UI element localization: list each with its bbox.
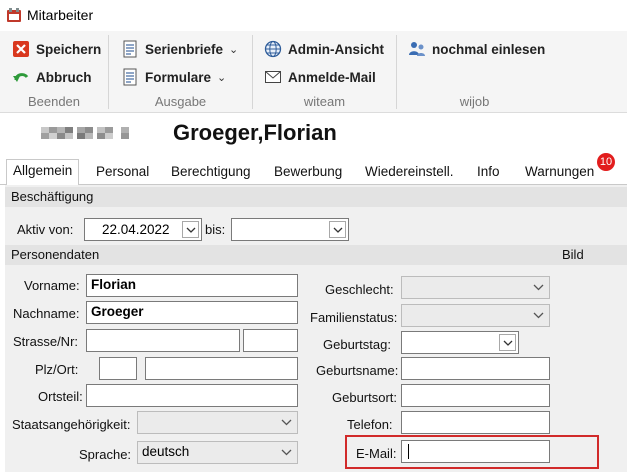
login-mail-button[interactable]: Anmelde-Mail bbox=[264, 66, 376, 88]
geburtstag-date-picker[interactable] bbox=[401, 331, 519, 354]
chevron-down-icon[interactable] bbox=[182, 221, 199, 238]
nachname-label: Nachname: bbox=[13, 306, 80, 321]
envelope-icon bbox=[264, 68, 282, 86]
employee-name: Groeger,Florian bbox=[173, 120, 337, 145]
geburtsname-input[interactable] bbox=[401, 357, 550, 380]
sprache-select[interactable]: deutsch bbox=[137, 441, 298, 464]
warnings-count-badge: 10 bbox=[597, 153, 615, 171]
section-personal-data: Personendaten Bild bbox=[5, 245, 627, 265]
window-title: Mitarbeiter bbox=[27, 7, 94, 23]
tab-bewerbung[interactable]: Bewerbung bbox=[268, 161, 348, 185]
cancel-button[interactable]: Abbruch bbox=[12, 66, 92, 88]
formulare-button[interactable]: Formulare ⌄ bbox=[121, 66, 226, 88]
sprache-value: deutsch bbox=[142, 444, 190, 459]
email-highlight-box bbox=[345, 435, 599, 469]
tab-allgemein[interactable]: Allgemein bbox=[6, 159, 80, 186]
hausnummer-input[interactable] bbox=[243, 329, 298, 352]
geburtsname-label: Geburtsname: bbox=[316, 363, 399, 378]
ribbon-group-ausgabe: Serienbriefe ⌄ Formulare ⌄ Ausgabe bbox=[109, 31, 252, 113]
geschlecht-label: Geschlecht: bbox=[325, 282, 394, 297]
undo-arrow-icon bbox=[12, 68, 30, 86]
until-date-picker[interactable] bbox=[231, 218, 349, 241]
close-x-icon bbox=[12, 40, 30, 58]
people-icon bbox=[408, 40, 426, 58]
active-from-date-picker[interactable]: 22.04.2022 bbox=[84, 218, 202, 241]
active-from-label: Aktiv von: bbox=[17, 222, 74, 237]
chevron-down-icon: ⌄ bbox=[217, 71, 227, 84]
active-from-value: 22.04.2022 bbox=[102, 222, 170, 237]
serienbriefe-button[interactable]: Serienbriefe ⌄ bbox=[121, 38, 238, 60]
chevron-down-icon[interactable] bbox=[278, 444, 295, 461]
ortsteil-label: Ortsteil: bbox=[38, 389, 83, 404]
chevron-down-icon[interactable] bbox=[329, 221, 346, 238]
geburtsort-input[interactable] bbox=[401, 384, 550, 407]
tab-berechtigung[interactable]: Berechtigung bbox=[165, 161, 257, 185]
pixelated-id-image bbox=[41, 127, 129, 139]
ribbon-group-label: Ausgabe bbox=[154, 94, 207, 109]
ribbon-group-label: witeam bbox=[303, 94, 346, 109]
ribbon-group-label: wijob bbox=[459, 94, 490, 109]
plz-input[interactable] bbox=[99, 357, 137, 380]
chevron-down-icon[interactable] bbox=[530, 279, 547, 296]
telefon-label: Telefon: bbox=[347, 417, 393, 432]
until-label: bis: bbox=[205, 222, 226, 237]
strasse-input[interactable] bbox=[86, 329, 240, 352]
ort-input[interactable] bbox=[145, 357, 298, 380]
plzort-label: Plz/Ort: bbox=[35, 362, 79, 377]
telefon-input[interactable] bbox=[401, 411, 550, 434]
picture-label: Bild bbox=[562, 247, 584, 262]
tab-personal[interactable]: Personal bbox=[90, 161, 155, 185]
tab-info[interactable]: Info bbox=[471, 161, 506, 185]
globe-icon bbox=[264, 40, 282, 58]
ribbon-group-beenden: Speichern Abbruch Beenden bbox=[0, 31, 108, 113]
geschlecht-select[interactable] bbox=[401, 276, 550, 299]
ribbon-toolbar: Speichern Abbruch Beenden Serienbriefe ⌄… bbox=[0, 31, 627, 113]
vorname-label: Vorname: bbox=[24, 278, 80, 293]
title-bar: Mitarbeiter bbox=[0, 0, 627, 31]
chevron-down-icon[interactable] bbox=[278, 414, 295, 431]
staatsangehoerigkeit-label: Staatsangehörigkeit: bbox=[12, 417, 131, 432]
ribbon-group-witeam: Admin-Ansicht Anmelde-Mail witeam bbox=[253, 31, 396, 113]
vorname-input[interactable]: Florian bbox=[86, 274, 298, 297]
chevron-down-icon[interactable] bbox=[499, 334, 516, 351]
geburtstag-label: Geburtstag: bbox=[323, 337, 391, 352]
tab-wiedereinstellung[interactable]: Wiedereinstell. bbox=[359, 161, 460, 185]
familienstatus-select[interactable] bbox=[401, 304, 550, 327]
sprache-label: Sprache: bbox=[79, 447, 132, 462]
form-icon bbox=[121, 68, 139, 86]
staatsangehoerigkeit-select[interactable] bbox=[137, 411, 298, 434]
document-list-icon bbox=[121, 40, 139, 58]
tab-bar: Allgemein Personal Berechtigung Bewerbun… bbox=[0, 155, 627, 186]
app-icon bbox=[7, 8, 21, 22]
nachname-input[interactable]: Groeger bbox=[86, 301, 298, 324]
familienstatus-label: Familienstatus: bbox=[310, 310, 398, 325]
ortsteil-input[interactable] bbox=[86, 384, 298, 407]
ribbon-group-label: Beenden bbox=[27, 94, 81, 109]
chevron-down-icon[interactable] bbox=[530, 307, 547, 324]
chevron-down-icon: ⌄ bbox=[229, 43, 239, 56]
geburtsort-label: Geburtsort: bbox=[332, 390, 398, 405]
section-employment: Beschäftigung bbox=[5, 187, 627, 207]
section-personal-title: Personendaten bbox=[11, 247, 100, 262]
ribbon-group-wijob: nochmal einlesen wijob bbox=[397, 31, 552, 113]
tab-warnungen[interactable]: Warnungen bbox=[519, 161, 600, 185]
save-button[interactable]: Speichern bbox=[12, 38, 101, 60]
reload-button[interactable]: nochmal einlesen bbox=[408, 38, 545, 60]
admin-view-button[interactable]: Admin-Ansicht bbox=[264, 38, 384, 60]
strasse-label: Strasse/Nr: bbox=[13, 334, 79, 349]
